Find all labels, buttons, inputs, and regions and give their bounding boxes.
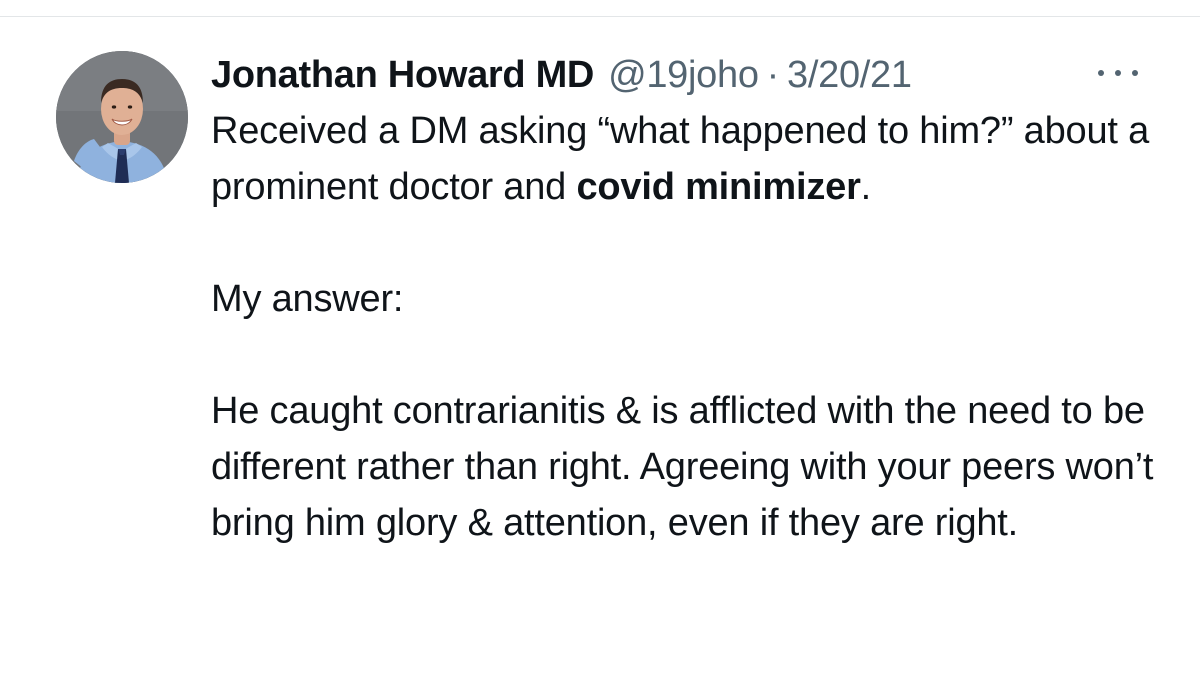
more-dot-icon	[1098, 70, 1104, 76]
tweet-paragraph-2: My answer:	[211, 278, 404, 320]
author-handle[interactable]: @19joho	[608, 54, 759, 97]
tweet-paragraph-3: He caught contrarianitis & is afflicted …	[211, 390, 1154, 544]
author-avatar[interactable]	[56, 51, 188, 183]
more-options-button[interactable]	[1098, 63, 1138, 83]
tweet-paragraph-1: Received a DM asking “what happened to h…	[211, 103, 1171, 215]
more-dot-icon	[1115, 70, 1121, 76]
tweet-text: Received a DM asking “what happened to h…	[211, 103, 1171, 551]
avatar-photo-icon	[56, 51, 188, 183]
more-dot-icon	[1132, 70, 1138, 76]
tweet[interactable]: Jonathan Howard MD @19joho · 3/20/21 Rec…	[0, 17, 1200, 700]
tweet-text-run: .	[860, 166, 872, 208]
tweet-bold-text: covid minimizer	[576, 166, 861, 208]
header-separator: ·	[766, 53, 780, 96]
tweet-date[interactable]: 3/20/21	[787, 54, 912, 97]
tweet-header: Jonathan Howard MD @19joho · 3/20/21	[211, 47, 912, 103]
author-display-name[interactable]: Jonathan Howard MD	[211, 54, 594, 97]
